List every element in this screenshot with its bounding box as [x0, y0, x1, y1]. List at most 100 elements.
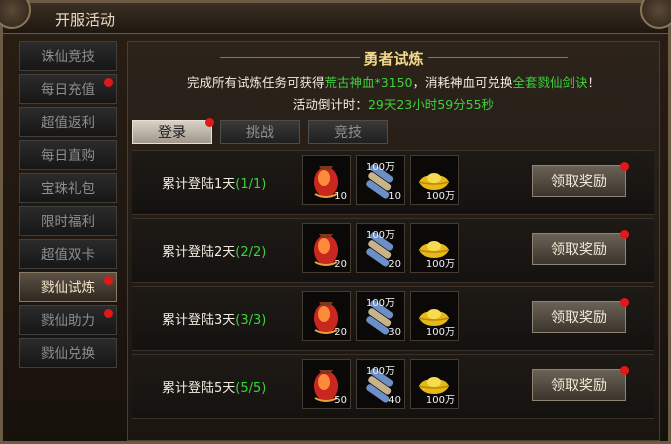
sidebar-item-label: 宝珠礼包 — [41, 181, 95, 197]
tab-button[interactable]: 挑战 — [220, 120, 300, 144]
reward-quantity: 100万 — [425, 191, 455, 202]
claim-button-label: 领取奖励 — [551, 174, 607, 190]
task-name: 累计登陆5天 — [162, 381, 236, 396]
task-label: 累计登陆2天(2/2) — [162, 241, 266, 260]
task-row: 累计登陆1天(1/1) 10 100万 10 100万 领取奖励 — [132, 150, 654, 215]
tab-label: 登录 — [158, 125, 186, 141]
task-name: 累计登陆2天 — [162, 245, 236, 260]
sidebar-item[interactable]: 诛仙竞技 — [19, 41, 117, 71]
sidebar-item[interactable]: 超值双卡 — [19, 239, 117, 269]
dragon-ornament-icon — [0, 0, 31, 29]
tab-label: 挑战 — [246, 125, 274, 141]
countdown-label: 活动倒计时： — [292, 97, 368, 112]
reward-top-label: 100万 — [365, 366, 396, 377]
reward-slot[interactable]: 100万 — [410, 359, 459, 409]
description-text: ，消耗神血可兑换 — [412, 75, 513, 90]
reward-slot[interactable]: 100万 — [410, 223, 459, 273]
sidebar-item-label: 超值双卡 — [41, 247, 95, 263]
reward-top-label: 100万 — [365, 230, 396, 241]
sidebar-item[interactable]: 超值返利 — [19, 107, 117, 137]
reward-quantity: 30 — [388, 327, 401, 338]
task-label: 累计登陆3天(3/3) — [162, 309, 266, 328]
title-bar: 开服活动 — [0, 0, 671, 34]
main-panel: 勇者试炼 完成所有试炼任务可获得荒古神血*3150，消耗神血可兑换全套戮仙剑诀！… — [127, 41, 660, 441]
reward-item-name: 全套戮仙剑诀 — [512, 75, 588, 90]
activity-window: 开服活动 诛仙竞技每日充值超值返利每日直购宝珠礼包限时福利超值双卡戮仙试炼戮仙助… — [0, 0, 671, 444]
task-row: 累计登陆5天(5/5) 50 100万 40 100万 领取奖励 — [132, 354, 654, 419]
sidebar-item-label: 超值返利 — [41, 115, 95, 131]
reward-quantity: 100万 — [425, 327, 455, 338]
tab-label: 竞技 — [334, 125, 362, 141]
tab-button[interactable]: 登录 — [132, 118, 214, 144]
reward-top-label: 100万 — [365, 162, 396, 173]
reward-slot[interactable]: 100万 20 — [356, 223, 405, 273]
claim-reward-button[interactable]: 领取奖励 — [532, 162, 629, 197]
reward-slot[interactable]: 100万 — [410, 291, 459, 341]
notification-dot — [620, 366, 629, 375]
reward-slot[interactable]: 100万 — [410, 155, 459, 205]
claim-button-label: 领取奖励 — [551, 310, 607, 326]
sidebar-item-label: 每日直购 — [41, 148, 95, 164]
task-progress: (3/3) — [235, 313, 267, 328]
window-title: 开服活动 — [55, 11, 116, 29]
reward-quantity: 40 — [388, 395, 401, 406]
sidebar-item[interactable]: 宝珠礼包 — [19, 173, 117, 203]
notification-dot — [104, 309, 113, 318]
claim-reward-button[interactable]: 领取奖励 — [532, 366, 629, 401]
reward-slot[interactable]: 100万 40 — [356, 359, 405, 409]
notification-dot — [104, 78, 113, 87]
sidebar-item[interactable]: 每日直购 — [19, 140, 117, 170]
countdown: 活动倒计时：29天23小时59分55秒 — [128, 94, 659, 113]
title-divider — [428, 57, 568, 58]
reward-quantity: 20 — [334, 259, 347, 270]
reward-top-label: 100万 — [365, 298, 396, 309]
sidebar-item-label: 戮仙助力 — [41, 313, 95, 329]
reward-quantity: 20 — [388, 259, 401, 270]
tab-button[interactable]: 竞技 — [308, 120, 388, 144]
sidebar-item-label: 戮仙试炼 — [41, 280, 95, 296]
notification-dot — [620, 230, 629, 239]
reward-quantity: 100万 — [425, 259, 455, 270]
claim-button-label: 领取奖励 — [551, 378, 607, 394]
notification-dot — [104, 276, 113, 285]
reward-quantity: 10 — [388, 191, 401, 202]
sidebar: 诛仙竞技每日充值超值返利每日直购宝珠礼包限时福利超值双卡戮仙试炼戮仙助力戮仙兑换 — [15, 41, 123, 439]
claim-reward-button[interactable]: 领取奖励 — [532, 230, 629, 265]
task-label: 累计登陆1天(1/1) — [162, 173, 266, 192]
sidebar-item[interactable]: 戮仙助力 — [19, 305, 117, 335]
reward-slot[interactable]: 100万 10 — [356, 155, 405, 205]
reward-quantity: 10 — [334, 191, 347, 202]
task-progress: (1/1) — [235, 177, 267, 192]
reward-quantity: 20 — [334, 327, 347, 338]
description: 完成所有试炼任务可获得荒古神血*3150，消耗神血可兑换全套戮仙剑诀！ — [128, 72, 659, 91]
dragon-ornament-icon — [640, 0, 671, 29]
task-row: 累计登陆2天(2/2) 20 100万 20 100万 领取奖励 — [132, 218, 654, 283]
claim-reward-button[interactable]: 领取奖励 — [532, 298, 629, 333]
sidebar-item[interactable]: 戮仙兑换 — [19, 338, 117, 368]
reward-quantity: 50 — [334, 395, 347, 406]
reward-slot[interactable]: 20 — [302, 291, 351, 341]
sidebar-item-label: 戮仙兑换 — [41, 346, 95, 362]
notification-dot — [205, 118, 214, 127]
reward-slot[interactable]: 10 — [302, 155, 351, 205]
description-text: ！ — [587, 75, 601, 90]
reward-slot[interactable]: 100万 30 — [356, 291, 405, 341]
task-list: 累计登陆1天(1/1) 10 100万 10 100万 领取奖励 累计登陆2天(2/2) 20… — [132, 150, 654, 422]
reward-slot[interactable]: 20 — [302, 223, 351, 273]
sidebar-item-label: 限时福利 — [41, 214, 95, 230]
sidebar-item-label: 每日充值 — [41, 82, 95, 98]
task-name: 累计登陆1天 — [162, 177, 236, 192]
claim-button-label: 领取奖励 — [551, 242, 607, 258]
description-text: 完成所有试炼任务可获得 — [186, 75, 325, 90]
sidebar-item-label: 诛仙竞技 — [41, 49, 95, 65]
task-name: 累计登陆3天 — [162, 313, 236, 328]
countdown-value: 29天23小时59分55秒 — [367, 97, 495, 112]
sidebar-item[interactable]: 限时福利 — [19, 206, 117, 236]
sidebar-item[interactable]: 戮仙试炼 — [19, 272, 117, 302]
task-progress: (5/5) — [235, 381, 267, 396]
task-progress: (2/2) — [235, 245, 267, 260]
notification-dot — [620, 298, 629, 307]
sidebar-item[interactable]: 每日充值 — [19, 74, 117, 104]
reward-slot[interactable]: 50 — [302, 359, 351, 409]
reward-item-name: 荒古神血*3150 — [324, 75, 413, 90]
